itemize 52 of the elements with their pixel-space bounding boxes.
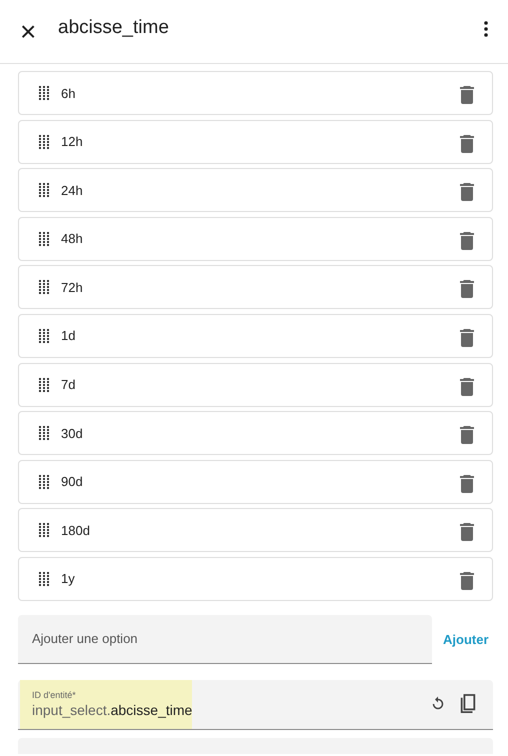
trash-icon[interactable]	[460, 183, 474, 202]
drag-handle-icon[interactable]	[39, 378, 49, 392]
option-row[interactable]: 180d	[18, 508, 493, 552]
option-label: 6h	[61, 86, 76, 100]
option-row[interactable]: 12h	[18, 120, 493, 164]
entity-id-field[interactable]: ID d'entité* input_select.abcisse_time	[18, 680, 493, 730]
option-row[interactable]: 1y	[18, 556, 493, 601]
entity-id-value: input_select.abcisse_time	[32, 700, 192, 719]
field-label: ID d'entité*	[32, 690, 77, 700]
drag-handle-icon[interactable]	[39, 280, 49, 294]
more-options-icon[interactable]	[484, 20, 488, 36]
add-option-field[interactable]: Ajouter une option	[18, 614, 432, 664]
drag-handle-icon[interactable]	[39, 572, 49, 586]
trash-icon[interactable]	[460, 86, 474, 104]
drag-handle-icon[interactable]	[39, 232, 49, 246]
option-row[interactable]: 24h	[18, 168, 493, 212]
trash-icon[interactable]	[460, 572, 474, 590]
drag-handle-icon[interactable]	[39, 328, 49, 343]
copy-icon[interactable]	[459, 694, 477, 714]
trash-icon[interactable]	[460, 523, 474, 542]
option-label: 12h	[61, 134, 84, 150]
option-label: 24h	[61, 182, 84, 198]
option-row[interactable]: 1d	[18, 314, 493, 358]
drag-handle-icon[interactable]	[39, 523, 49, 538]
trash-icon[interactable]	[460, 328, 474, 347]
drag-handle-icon[interactable]	[39, 134, 49, 149]
trash-icon[interactable]	[460, 426, 474, 444]
drag-handle-icon[interactable]	[39, 426, 49, 440]
option-row[interactable]: 6h	[18, 71, 493, 115]
option-row[interactable]: 7d	[18, 362, 493, 407]
option-row[interactable]: 72h	[18, 265, 493, 310]
option-label: 90d	[61, 474, 84, 490]
option-row[interactable]: 90d	[18, 460, 493, 504]
drag-handle-icon[interactable]	[39, 183, 49, 198]
option-label: 30d	[61, 426, 84, 441]
option-label: 1d	[61, 328, 76, 344]
option-label: 1y	[61, 571, 76, 586]
dialog-title: abcisse_time	[58, 16, 170, 38]
option-label: 48h	[61, 231, 84, 246]
option-label: 180d	[61, 522, 91, 538]
drag-handle-icon[interactable]	[39, 86, 49, 100]
option-label: 7d	[61, 377, 76, 392]
trash-icon[interactable]	[460, 378, 474, 396]
trash-icon[interactable]	[460, 280, 474, 298]
drag-handle-icon[interactable]	[39, 474, 49, 489]
trash-icon[interactable]	[460, 232, 474, 250]
close-button[interactable]: ×	[20, 18, 46, 46]
option-label: 72h	[61, 280, 84, 295]
option-row[interactable]: 30d	[18, 411, 493, 456]
trash-icon[interactable]	[460, 134, 474, 153]
trash-icon[interactable]	[460, 474, 474, 493]
option-row[interactable]: 48h	[18, 216, 493, 261]
